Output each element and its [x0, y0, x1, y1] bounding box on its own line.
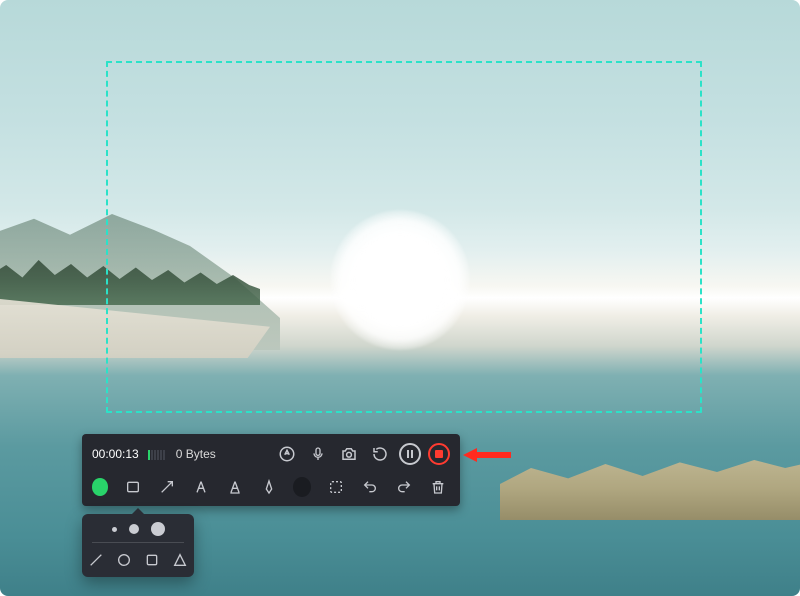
microphone-button[interactable]	[306, 442, 330, 466]
stop-button[interactable]	[428, 443, 450, 465]
toolbar-bottom-row	[92, 474, 450, 500]
marquee-tool[interactable]	[325, 476, 345, 498]
file-size-label: 0 Bytes	[176, 447, 216, 461]
delete-button[interactable]	[428, 476, 448, 498]
recording-toolbar: 00:00:13 0 Bytes	[82, 434, 460, 506]
pen-options-popover	[82, 514, 194, 577]
toolbar-top-row: 00:00:13 0 Bytes	[92, 442, 450, 466]
stroke-size-medium[interactable]	[129, 524, 139, 534]
sun-decoration	[330, 210, 470, 350]
arrow-tool[interactable]	[157, 476, 177, 498]
rectangle-tool[interactable]	[122, 476, 142, 498]
screenshot-button[interactable]	[337, 442, 361, 466]
undo-button[interactable]	[360, 476, 380, 498]
redo-button[interactable]	[394, 476, 414, 498]
pause-button[interactable]	[399, 443, 421, 465]
eraser-tool[interactable]	[293, 477, 311, 497]
callout-arrow-icon	[463, 446, 511, 464]
highlighter-tool[interactable]	[225, 476, 245, 498]
scene-background: 00:00:13 0 Bytes	[0, 0, 800, 596]
cursor-highlight-button[interactable]	[275, 442, 299, 466]
grass-decoration	[500, 440, 800, 520]
shape-circle[interactable]	[116, 551, 132, 569]
stroke-size-small[interactable]	[112, 527, 117, 532]
audio-level-meter	[148, 448, 165, 460]
shape-row	[92, 551, 184, 569]
stroke-size-row	[92, 522, 184, 536]
shape-triangle[interactable]	[172, 551, 188, 569]
recording-timer: 00:00:13	[92, 447, 139, 461]
text-tool[interactable]	[191, 476, 211, 498]
popover-divider	[92, 542, 184, 543]
pen-tool[interactable]	[259, 476, 279, 498]
color-picker[interactable]	[92, 478, 108, 496]
restart-button[interactable]	[368, 442, 392, 466]
shape-line[interactable]	[88, 551, 104, 569]
shape-square[interactable]	[144, 551, 160, 569]
stroke-size-large[interactable]	[151, 522, 165, 536]
